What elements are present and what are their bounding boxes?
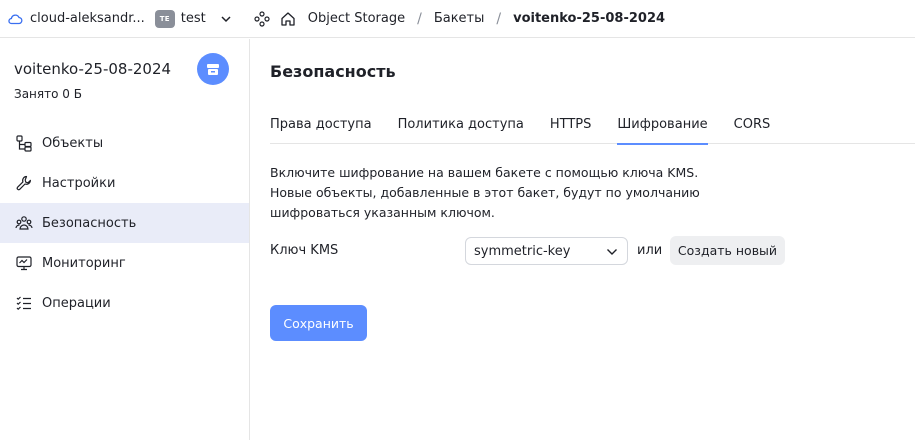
tab-access-rights[interactable]: Права доступа [270, 104, 372, 144]
sidebar: voitenko-25-08-2024 Занято 0 Б Объекты Н… [0, 39, 250, 440]
breadcrumb-separator: / [496, 10, 502, 27]
breadcrumb-current-bucket: voitenko-25-08-2024 [513, 11, 666, 26]
sidebar-item-label: Безопасность [42, 215, 137, 231]
services-icon[interactable] [254, 10, 270, 27]
sidebar-item-settings[interactable]: Настройки [0, 163, 249, 203]
sidebar-item-monitoring[interactable]: Мониторинг [0, 243, 249, 283]
breadcrumb-buckets[interactable]: Бакеты [434, 11, 485, 26]
wrench-icon [14, 173, 34, 193]
encryption-description: Включите шифрование на вашем бакете с по… [270, 165, 700, 220]
kms-key-label: Ключ KMS [270, 243, 339, 258]
cloud-icon [7, 11, 23, 27]
top-bar: cloud-aleksandr... TE test Object Storag… [0, 0, 915, 38]
folder-name[interactable]: test [181, 11, 206, 26]
list-check-icon [14, 293, 34, 313]
folder-badge: TE [154, 9, 175, 28]
page-title: Безопасность [270, 62, 396, 81]
sidebar-item-operations[interactable]: Операции [0, 283, 249, 323]
main-content: Безопасность Права доступа Политика дост… [251, 39, 915, 440]
sidebar-item-label: Настройки [42, 175, 116, 191]
home-icon[interactable] [280, 11, 296, 27]
bucket-name: voitenko-25-08-2024 [14, 60, 172, 78]
chevron-down-icon [606, 246, 618, 258]
sidebar-item-objects[interactable]: Объекты [0, 123, 249, 163]
breadcrumb-separator: / [417, 10, 422, 27]
cloud-selector[interactable]: cloud-aleksandr... [7, 11, 145, 27]
bucket-icon [197, 53, 229, 85]
monitor-icon [14, 253, 34, 273]
kms-key-select[interactable]: symmetric-key [465, 237, 628, 265]
save-button[interactable]: Сохранить [270, 305, 367, 341]
tab-https[interactable]: HTTPS [550, 104, 592, 144]
sidebar-item-label: Мониторинг [42, 255, 126, 271]
tab-access-policy[interactable]: Политика доступа [398, 104, 524, 144]
tab-cors[interactable]: CORS [734, 104, 771, 144]
sidebar-item-label: Операции [42, 295, 111, 311]
bucket-used-space: Занято 0 Б [14, 87, 82, 101]
create-new-key-button[interactable]: Создать новый [670, 236, 785, 265]
sidebar-item-label: Объекты [42, 135, 104, 151]
sidebar-nav: Объекты Настройки Безопасность Мониторин… [0, 123, 249, 323]
chevron-down-icon[interactable] [220, 13, 232, 25]
cloud-name: cloud-aleksandr... [30, 11, 145, 26]
sidebar-item-security[interactable]: Безопасность [0, 203, 249, 243]
objects-icon [14, 133, 34, 153]
breadcrumb-object-storage[interactable]: Object Storage [308, 11, 405, 26]
users-icon [14, 213, 34, 233]
kms-key-value: symmetric-key [474, 243, 571, 259]
tab-encryption[interactable]: Шифрование [617, 104, 708, 145]
or-text: или [637, 243, 663, 258]
tab-bar: Права доступа Политика доступа HTTPS Шиф… [270, 104, 915, 145]
